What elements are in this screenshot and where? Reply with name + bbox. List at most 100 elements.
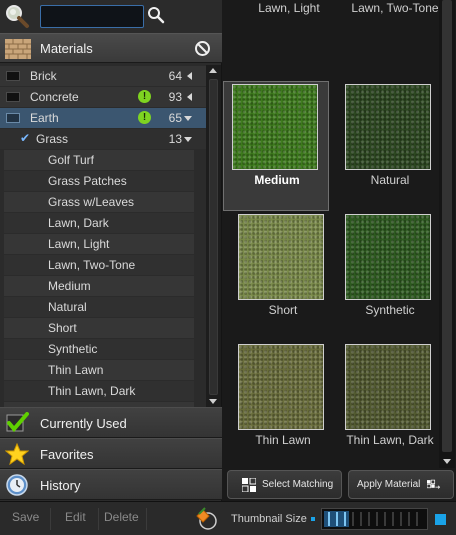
thumbnail-size-label: Thumbnail Size bbox=[231, 513, 307, 525]
warning-icon: ! bbox=[138, 111, 151, 124]
material-swatch bbox=[345, 84, 431, 170]
section-label: Favorites bbox=[40, 447, 94, 462]
list-item[interactable]: Short bbox=[4, 318, 194, 338]
edit-button[interactable]: Edit bbox=[65, 510, 86, 524]
category-count: 93 bbox=[168, 90, 182, 104]
scrollbar-thumb[interactable] bbox=[209, 79, 218, 395]
section-label: History bbox=[40, 478, 81, 493]
section-history[interactable]: History bbox=[0, 469, 222, 500]
clear-filter-button[interactable] bbox=[194, 40, 211, 57]
checkmark-icon bbox=[6, 412, 29, 433]
thumbnail-size-slider[interactable] bbox=[321, 508, 428, 530]
slider-tick bbox=[416, 512, 418, 526]
category-count: 64 bbox=[168, 69, 182, 83]
slider-tick bbox=[336, 512, 338, 526]
bottom-toolbar: Save Edit Delete Thumbnail Size bbox=[0, 501, 456, 535]
subcategory-count: 13 bbox=[168, 132, 182, 146]
list-item[interactable]: Synthetic bbox=[4, 339, 194, 359]
material-swatch bbox=[238, 214, 324, 300]
slider-tick bbox=[408, 512, 410, 526]
scroll-down-icon[interactable] bbox=[443, 459, 451, 464]
list-item[interactable]: Thin Lawn, Dark bbox=[4, 381, 194, 401]
materials-header[interactable]: Materials bbox=[0, 33, 222, 63]
material-thumb[interactable]: Short bbox=[230, 212, 336, 342]
divider bbox=[98, 508, 99, 530]
divider bbox=[146, 508, 147, 530]
search-icon bbox=[147, 7, 164, 24]
divider bbox=[50, 508, 51, 530]
action-bar: Select Matching Apply Material bbox=[222, 468, 456, 501]
category-row-earth[interactable]: Earth ! 65 bbox=[0, 108, 206, 128]
grid-scrollbar[interactable] bbox=[439, 0, 455, 468]
list-item[interactable]: Grass Patches bbox=[4, 171, 194, 191]
scrollbar-thumb[interactable] bbox=[442, 0, 452, 452]
section-favorites[interactable]: Favorites bbox=[0, 438, 222, 469]
material-thumb[interactable]: Thin Lawn bbox=[230, 342, 336, 468]
list-item[interactable]: Grass w/Leaves bbox=[4, 192, 194, 212]
paint-bucket-button[interactable] bbox=[193, 507, 219, 531]
collapse-arrow-icon[interactable] bbox=[184, 116, 192, 121]
clock-icon bbox=[6, 474, 28, 496]
list-item[interactable]: Lawn, Two-Tone bbox=[4, 255, 194, 275]
slider-tick bbox=[384, 512, 386, 526]
scroll-down-icon[interactable] bbox=[209, 399, 217, 404]
material-swatch bbox=[238, 344, 324, 430]
apply-material-button[interactable]: Apply Material bbox=[348, 470, 454, 499]
slider-tick bbox=[352, 512, 354, 526]
slider-tick bbox=[344, 512, 346, 526]
material-tree: Brick 64 Concrete ! 93 Earth ! 65 ✔ Gras… bbox=[0, 65, 206, 407]
magnifier-icon bbox=[6, 5, 29, 28]
left-panel: Materials Brick 64 Concrete ! 93 Earth !… bbox=[0, 0, 222, 501]
material-thumb[interactable]: Lawn, Two-Tone bbox=[342, 0, 448, 40]
collapse-arrow-icon[interactable] bbox=[184, 137, 192, 142]
slider-tick bbox=[368, 512, 370, 526]
list-item[interactable]: Medium bbox=[4, 276, 194, 296]
category-label: Earth bbox=[30, 111, 59, 125]
expand-arrow-icon[interactable] bbox=[187, 93, 192, 101]
tree-scrollbar[interactable] bbox=[206, 65, 221, 407]
save-button[interactable]: Save bbox=[12, 510, 39, 524]
subcategory-label: Grass bbox=[36, 132, 69, 146]
slider-tick bbox=[360, 512, 362, 526]
subcategory-row-grass[interactable]: ✔ Grass 13 bbox=[0, 129, 206, 149]
materials-title: Materials bbox=[40, 41, 93, 56]
material-thumb[interactable]: Synthetic bbox=[337, 212, 443, 342]
expand-arrow-icon[interactable] bbox=[187, 72, 192, 80]
list-item[interactable]: Lawn, Light bbox=[4, 234, 194, 254]
thumbnail-grid: Lawn, Light Lawn, Two-Tone Medium Natura… bbox=[222, 0, 456, 468]
search-button[interactable] bbox=[145, 5, 166, 28]
select-matching-icon bbox=[242, 478, 256, 492]
category-label: Brick bbox=[30, 69, 57, 83]
slider-tick bbox=[328, 512, 330, 526]
section-label: Currently Used bbox=[40, 416, 127, 431]
no-entry-icon bbox=[195, 41, 210, 56]
select-matching-button[interactable]: Select Matching bbox=[227, 470, 342, 499]
list-item[interactable]: Natural bbox=[4, 297, 194, 317]
search-input[interactable] bbox=[40, 5, 144, 28]
slider-tick bbox=[400, 512, 402, 526]
slider-min-icon bbox=[311, 517, 315, 521]
slider-tick bbox=[392, 512, 394, 526]
material-swatch bbox=[345, 344, 431, 430]
list-item[interactable]: Golf Turf bbox=[4, 150, 194, 170]
material-swatch bbox=[345, 214, 431, 300]
category-label: Concrete bbox=[30, 90, 79, 104]
category-count: 65 bbox=[168, 111, 182, 125]
list-item[interactable]: Lawn, Dark bbox=[4, 213, 194, 233]
apply-material-icon bbox=[427, 479, 441, 489]
warning-icon: ! bbox=[138, 90, 151, 103]
list-item[interactable]: Thin Lawn bbox=[4, 360, 194, 380]
star-icon bbox=[5, 443, 29, 465]
checkmark-icon: ✔ bbox=[20, 131, 31, 145]
section-currently-used[interactable]: Currently Used bbox=[0, 407, 222, 438]
category-row-concrete[interactable]: Concrete ! 93 bbox=[0, 87, 206, 107]
material-thumb[interactable]: Medium bbox=[223, 81, 329, 211]
scroll-up-icon[interactable] bbox=[209, 68, 217, 73]
material-thumb[interactable]: Natural bbox=[337, 82, 443, 212]
category-row-brick[interactable]: Brick 64 bbox=[0, 66, 206, 86]
slider-max-icon bbox=[435, 514, 446, 525]
material-thumb[interactable]: Thin Lawn, Dark bbox=[337, 342, 443, 468]
folder-icon bbox=[6, 71, 20, 81]
delete-button[interactable]: Delete bbox=[104, 510, 139, 524]
material-thumb[interactable]: Lawn, Light bbox=[236, 0, 342, 40]
